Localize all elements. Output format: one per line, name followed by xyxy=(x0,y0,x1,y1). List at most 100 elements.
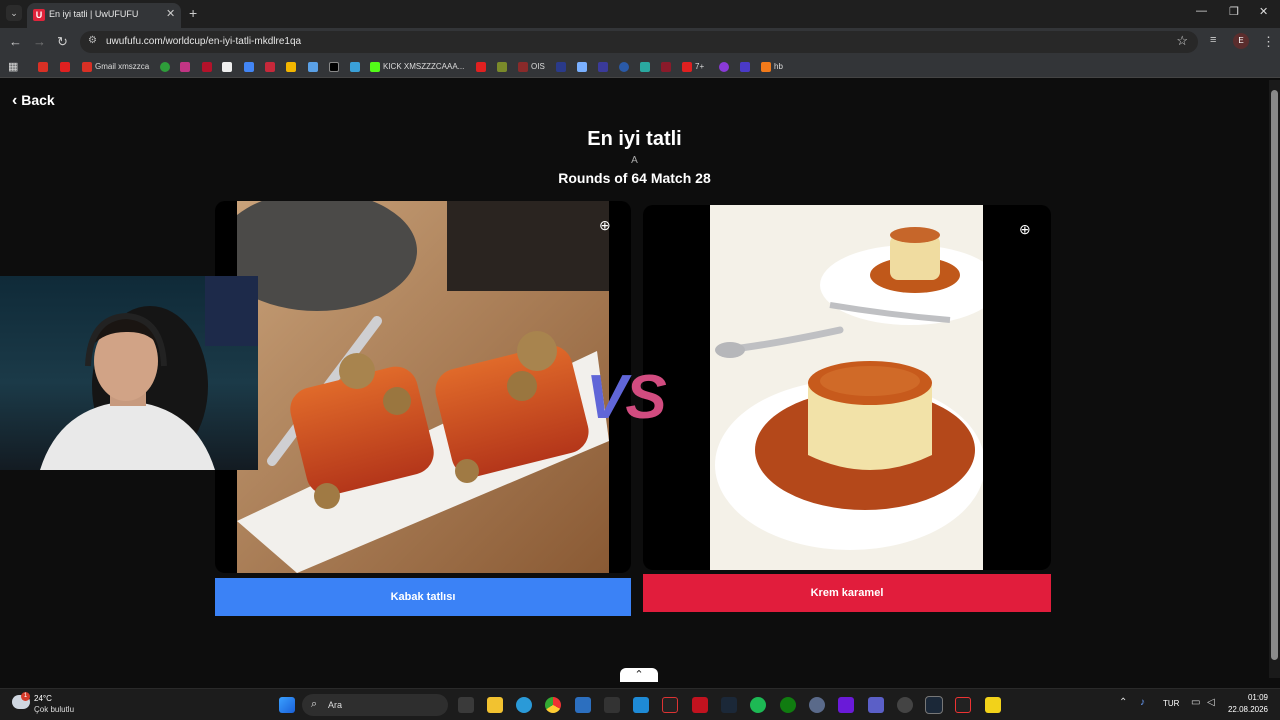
reload-icon[interactable]: ↻ xyxy=(57,34,68,50)
bookmark-gmail-xmszzca[interactable]: Gmail xmszzca xyxy=(82,60,149,74)
chrome-icon[interactable] xyxy=(545,697,561,713)
tray-mic-icon[interactable]: ♪ xyxy=(1140,697,1145,708)
bookmark-hb[interactable]: hb xyxy=(761,60,783,74)
left-choice-card[interactable]: ⊕ xyxy=(215,201,631,573)
bookmark-red2-icon[interactable] xyxy=(265,60,278,74)
bookmark-chart-icon[interactable] xyxy=(640,60,653,74)
kabak-tatlisi-image[interactable] xyxy=(237,201,609,573)
bookmark-a-icon[interactable] xyxy=(577,60,590,74)
bookmark-purple-icon[interactable] xyxy=(719,60,732,74)
vs-v-letter: V xyxy=(586,363,627,432)
forward-arrow-icon[interactable]: → xyxy=(33,34,46,49)
weather-desc[interactable]: Çok bulutlu xyxy=(34,705,74,714)
calculator-icon[interactable] xyxy=(575,697,591,713)
bookmark-notion-icon[interactable] xyxy=(222,60,235,74)
page-scrollbar[interactable] xyxy=(1269,80,1280,678)
page-title: En iyi tatli xyxy=(587,128,682,150)
app-circle-icon[interactable] xyxy=(809,697,825,713)
search-placeholder: Ara xyxy=(328,700,343,710)
app-netflix-icon[interactable] xyxy=(692,697,708,713)
teams-icon[interactable] xyxy=(868,697,884,713)
steam-icon[interactable] xyxy=(721,697,737,713)
bookmark-star-icon[interactable]: ☆ xyxy=(1176,33,1188,49)
scroll-up-chevron-icon[interactable]: ⌃ xyxy=(620,668,658,682)
bookmark-ois[interactable]: OIS xyxy=(518,60,545,74)
url-text[interactable]: uwufufu.com/worldcup/en-iyi-tatli-mkdlre… xyxy=(106,36,301,47)
restore-icon[interactable]: ❐ xyxy=(1229,5,1239,18)
task-view-icon[interactable] xyxy=(458,697,474,713)
bookmark-youtube-icon[interactable] xyxy=(60,60,73,74)
search-icon: ⌕ xyxy=(311,698,318,710)
bookmark-navy-icon[interactable] xyxy=(598,60,611,74)
epic-games-icon[interactable] xyxy=(604,697,620,713)
browser-tab-active[interactable]: U En iyi tatli | UwUFUFU ✕ xyxy=(27,3,181,28)
window-close-icon[interactable]: ✕ xyxy=(1259,5,1268,18)
zoom-in-icon[interactable]: ⊕ xyxy=(599,217,611,234)
windows-taskbar: 1 24°C Çok bulutlu ⌕ Ara ⌃ ♪ TUR ▭ ◁ 01:… xyxy=(0,688,1280,720)
app-yellow-icon[interactable] xyxy=(985,697,1001,713)
app-blue-icon[interactable] xyxy=(633,697,649,713)
bookmark-red-icon[interactable] xyxy=(202,60,215,74)
xbox-icon[interactable] xyxy=(780,697,796,713)
clock-time[interactable]: 01:09 xyxy=(1228,693,1268,702)
app-red-icon[interactable] xyxy=(662,697,678,713)
tab-search-chevron-icon[interactable]: ⌄ xyxy=(6,5,22,21)
zoom-in-icon[interactable]: ⊕ xyxy=(1019,221,1031,238)
bookmark-blue-icon[interactable] xyxy=(350,60,363,74)
right-choice-card[interactable]: ⊕ xyxy=(643,205,1051,570)
media-controls-icon[interactable]: ≡ xyxy=(1210,34,1216,46)
spotify-icon[interactable] xyxy=(750,697,766,713)
bookmark-label: 7+ xyxy=(695,62,705,71)
tab-close-icon[interactable]: ✕ xyxy=(166,7,175,20)
back-arrow-icon[interactable]: ← xyxy=(9,34,22,49)
clock-date[interactable]: 22.08.2026 xyxy=(1224,705,1268,714)
bookmark-olive-icon[interactable] xyxy=(497,60,510,74)
streamer-webcam-feed xyxy=(40,276,258,470)
bookmark-youtube2-icon[interactable] xyxy=(476,60,489,74)
bookmark-maroon-icon[interactable] xyxy=(661,60,674,74)
bookmark-star-app-icon[interactable] xyxy=(308,60,321,74)
site-info-icon[interactable]: ⚙ xyxy=(88,35,97,46)
bookmark-dark-icon[interactable] xyxy=(556,60,569,74)
choose-left-button[interactable]: Kabak tatlısı xyxy=(215,578,631,616)
file-explorer-icon[interactable] xyxy=(487,697,503,713)
bookmark-gmail-icon[interactable] xyxy=(38,60,51,74)
tray-chevron-icon[interactable]: ⌃ xyxy=(1119,697,1127,708)
choose-right-button[interactable]: Krem karamel xyxy=(643,574,1051,612)
volume-icon[interactable]: ◁ xyxy=(1207,697,1215,708)
apps-grid-icon[interactable]: ▦ xyxy=(8,60,18,74)
bookmark-7plus[interactable]: 7+ xyxy=(682,60,704,74)
bookmark-globe-icon[interactable] xyxy=(619,60,632,74)
bookmark-label: Gmail xmszzca xyxy=(95,62,150,71)
windows-start-icon[interactable] xyxy=(279,697,295,713)
new-tab-plus-icon[interactable]: + xyxy=(189,5,197,21)
steam-active-icon[interactable] xyxy=(925,696,943,714)
app-grey-icon[interactable] xyxy=(897,697,913,713)
app-red2-icon[interactable] xyxy=(955,697,971,713)
bookmark-label: hb xyxy=(774,62,783,71)
bookmark-translate-icon[interactable] xyxy=(244,60,257,74)
bookmark-yellow-icon[interactable] xyxy=(286,60,299,74)
bookmark-x-icon[interactable] xyxy=(329,60,342,74)
bookmark-instagram-icon[interactable] xyxy=(180,60,193,74)
minimize-icon[interactable]: — xyxy=(1196,5,1207,17)
network-icon[interactable]: ▭ xyxy=(1191,697,1200,708)
address-bar[interactable]: ⚙ uwufufu.com/worldcup/en-iyi-tatli-mkdl… xyxy=(80,31,1198,53)
browser-menu-icon[interactable]: ⋮ xyxy=(1262,34,1275,50)
back-label: Back xyxy=(21,92,55,108)
app-next-icon[interactable] xyxy=(838,697,854,713)
vs-s-letter: S xyxy=(625,363,666,432)
krem-karamel-image[interactable] xyxy=(710,205,983,570)
scrollbar-thumb[interactable] xyxy=(1271,90,1278,660)
weather-temp[interactable]: 24°C xyxy=(34,694,52,703)
taskbar-search[interactable]: ⌕ Ara xyxy=(302,694,448,716)
bookmark-kick[interactable]: KICK XMSZZZCAAA... xyxy=(370,60,464,74)
profile-avatar[interactable]: E xyxy=(1233,33,1249,49)
back-button[interactable]: ‹ Back xyxy=(12,92,55,110)
bookmark-green-icon[interactable] xyxy=(160,60,173,74)
bookmark-label: OIS xyxy=(531,62,545,71)
webcam-overlay xyxy=(0,276,258,470)
bookmark-indigo-icon[interactable] xyxy=(740,60,753,74)
input-language[interactable]: TUR xyxy=(1163,699,1179,708)
edge-icon[interactable] xyxy=(516,697,532,713)
